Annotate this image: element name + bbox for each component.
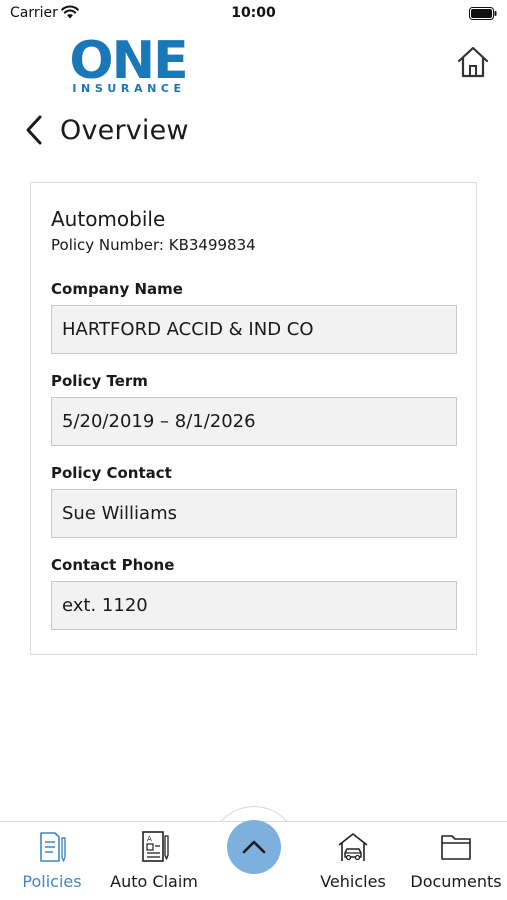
- expand-menu-button[interactable]: [227, 820, 281, 874]
- svg-text:A: A: [147, 835, 152, 843]
- tab-policies[interactable]: Policies: [2, 830, 102, 894]
- policy-term-field: Policy Term 5/20/2019 – 8/1/2026: [51, 371, 457, 446]
- company-name-value: HARTFORD ACCID & IND CO: [51, 305, 457, 354]
- policy-contact-field: Policy Contact Sue Williams: [51, 463, 457, 538]
- contact-phone-field: Contact Phone ext. 1120: [51, 555, 457, 630]
- home-button[interactable]: [456, 44, 490, 80]
- tab-label: Vehicles: [320, 872, 386, 891]
- chevron-left-icon: [26, 115, 42, 145]
- contact-phone-value: ext. 1120: [51, 581, 457, 630]
- page-title: Overview: [60, 114, 189, 146]
- field-label: Policy Term: [51, 372, 148, 390]
- policy-term-value: 5/20/2019 – 8/1/2026: [51, 397, 457, 446]
- car-garage-icon: [338, 833, 368, 861]
- tab-label: Documents: [410, 872, 502, 891]
- policy-number-label: Policy Number:: [51, 236, 164, 254]
- folder-icon: [441, 835, 471, 860]
- claim-form-icon: A: [142, 831, 169, 862]
- policy-document-icon: [40, 832, 66, 862]
- policy-contact-value: Sue Williams: [51, 489, 457, 538]
- chevron-up-icon: [242, 840, 266, 854]
- policy-type: Automobile: [51, 207, 166, 231]
- brand-logo: ONE INSURANCE: [51, 31, 206, 96]
- tab-vehicles[interactable]: Vehicles: [303, 830, 403, 894]
- policy-card: Automobile Policy Number: KB3499834 Comp…: [30, 182, 477, 655]
- policy-number-value: KB3499834: [168, 236, 256, 254]
- company-name-field: Company Name HARTFORD ACCID & IND CO: [51, 279, 457, 354]
- home-icon: [457, 46, 489, 78]
- battery-icon: [469, 7, 497, 20]
- tab-label: Policies: [22, 872, 82, 891]
- field-label: Contact Phone: [51, 556, 175, 574]
- field-label: Policy Contact: [51, 464, 172, 482]
- clock: 10:00: [231, 5, 276, 21]
- tab-documents[interactable]: Documents: [406, 830, 506, 894]
- tab-label: Auto Claim: [110, 872, 198, 891]
- back-button[interactable]: Overview: [22, 110, 189, 150]
- field-label: Company Name: [51, 280, 183, 298]
- tab-auto-claim[interactable]: A Auto Claim: [104, 830, 204, 894]
- status-bar: Carrier 10:00: [0, 0, 507, 28]
- policy-number: Policy Number: KB3499834: [51, 236, 256, 254]
- svg-text:INSURANCE: INSURANCE: [72, 82, 185, 95]
